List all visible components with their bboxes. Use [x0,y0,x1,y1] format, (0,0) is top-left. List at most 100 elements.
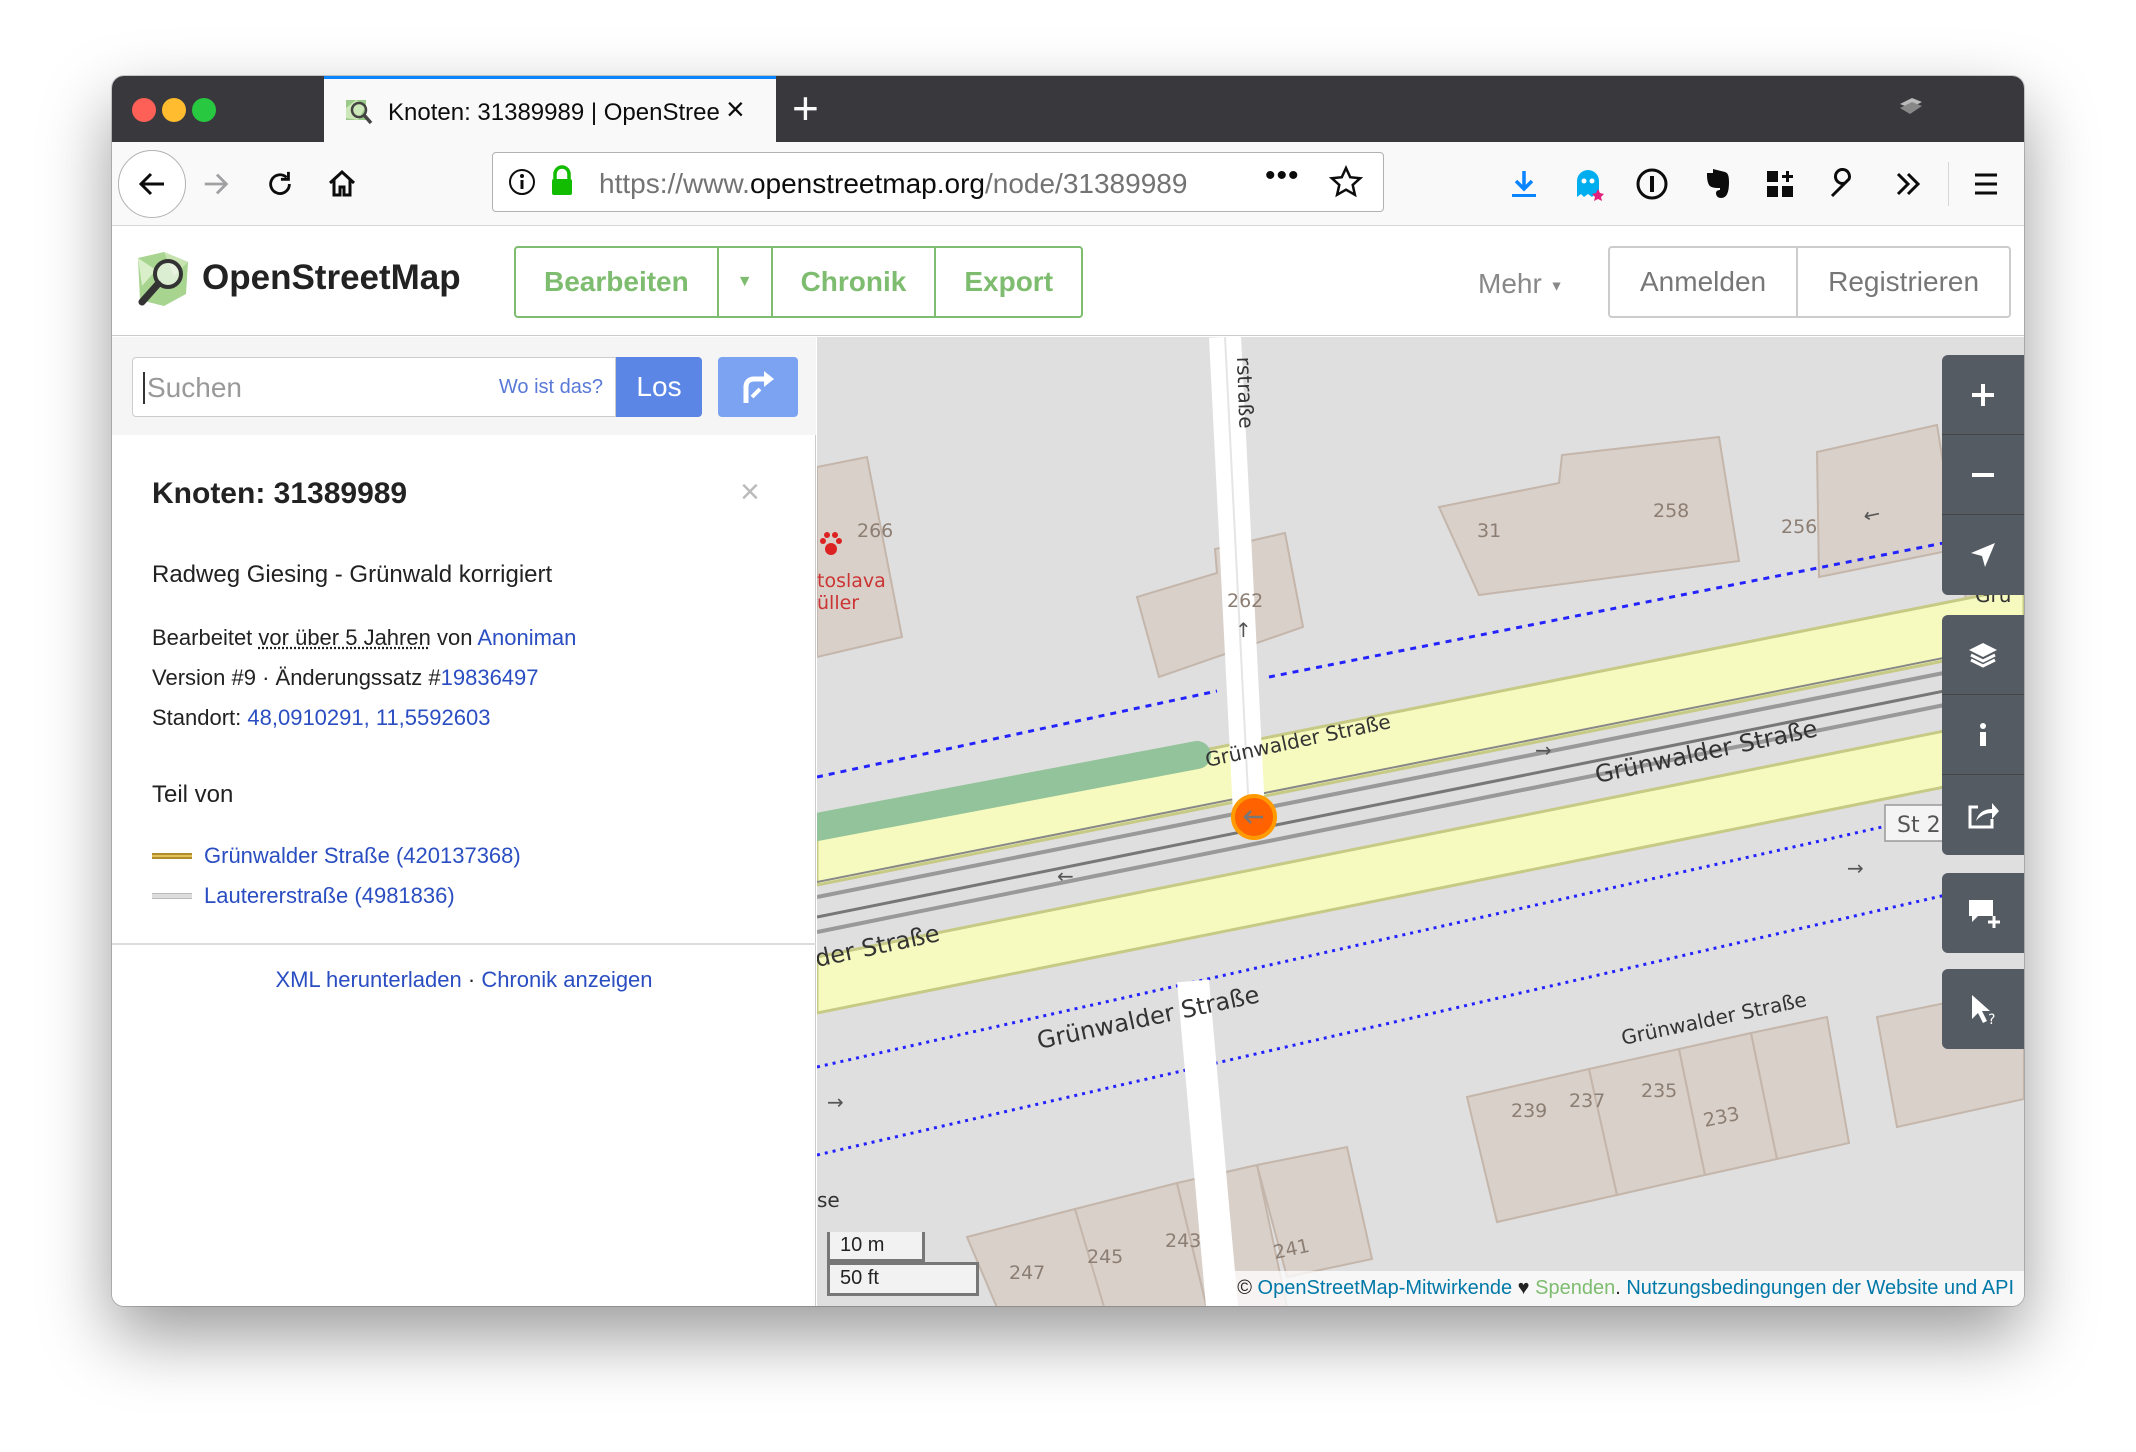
svg-text:→: → [827,1090,844,1114]
layers-button[interactable] [1942,615,2024,695]
info-icon[interactable] [507,167,537,197]
svg-text:262: 262 [1227,590,1263,612]
search-go-button[interactable]: Los [616,357,702,417]
directions-button[interactable] [718,357,798,417]
developer-tools-button[interactable] [1818,158,1870,210]
map-view[interactable]: ↑ ← → → → ← → 266 262 31 258 256 25 239 … [817,337,2024,1306]
search-input[interactable]: Suchen Wo ist das? [132,357,616,417]
overflow-menu-button[interactable] [1882,158,1934,210]
show-history-link[interactable]: Chronik anzeigen [481,967,652,992]
share-button[interactable] [1942,775,2024,855]
close-window-icon[interactable] [132,98,156,122]
svg-text:se: se [817,1188,840,1212]
copyright-symbol: © [1237,1277,1258,1299]
url-bar[interactable]: https://www.openstreetmap.org/node/31389… [492,152,1384,212]
lock-icon [552,165,572,195]
downloads-button[interactable] [1498,158,1550,210]
map-tiles[interactable]: ↑ ← → → → ← → 266 262 31 258 256 25 239 … [817,337,2024,1306]
forward-button[interactable] [190,158,242,210]
primary-nav-group: Bearbeiten ▼ Chronik Export [514,246,1084,318]
location-arrow-icon [1971,543,1995,567]
sync-account-icon[interactable] [1896,92,1926,122]
edit-dropdown-caret-icon[interactable]: ▼ [719,248,773,316]
cursor-question-icon: ? [1972,995,1995,1026]
toolbar-divider [1948,162,1949,206]
add-note-button[interactable] [1942,873,2024,953]
way-link[interactable]: Grünwalder Straße (420137368) [204,843,521,869]
svg-text:→: → [1535,738,1552,762]
version-info: Version #9 · Änderungssatz #19836497 [152,665,539,691]
svg-text:237: 237 [1569,1090,1605,1112]
svg-text:245: 245 [1087,1246,1123,1268]
minimize-window-icon[interactable] [162,98,186,122]
show-location-button[interactable] [1942,515,2024,595]
reload-icon [269,171,291,195]
back-arrow-icon [138,172,164,196]
hamburger-menu-button[interactable] [1960,158,2012,210]
edited-by-prefix: von [430,625,478,650]
svg-text:258: 258 [1653,500,1689,522]
signup-button[interactable]: Registrieren [1798,248,2009,316]
download-xml-link[interactable]: XML herunterladen [275,967,461,992]
scale-bar: 10 m 50 ft [827,1232,979,1296]
close-panel-icon[interactable]: × [740,473,760,512]
close-tab-icon[interactable]: × [726,91,745,127]
osm-logo-icon[interactable] [134,250,192,308]
zoom-location-group [1942,355,2024,595]
share-icon [1968,803,1999,829]
divider [112,943,816,945]
scale-imperial: 50 ft [827,1262,979,1296]
back-button[interactable] [118,150,186,218]
history-button[interactable]: Chronik [773,248,937,316]
browser-tab[interactable]: Knoten: 31389989 | OpenStreetMap × [324,76,776,142]
home-button[interactable] [316,158,368,210]
edited-info: Bearbeitet vor über 5 Jahren von Anonima… [152,625,576,651]
evernote-elephant-icon [1707,169,1729,198]
part-of-heading: Teil von [152,781,234,808]
query-features-button[interactable]: ? [1942,969,2024,1049]
way-link[interactable]: Lautererstraße (4981836) [204,883,455,909]
contributors-link[interactable]: OpenStreetMap-Mitwirkende [1258,1277,1513,1299]
page-actions-icon[interactable]: ••• [1265,159,1300,193]
extension-grid-button[interactable] [1754,158,1806,210]
login-button[interactable]: Anmelden [1610,248,1799,316]
where-is-this-link[interactable]: Wo ist das? [499,376,603,399]
one-password-icon [1636,168,1668,200]
export-button[interactable]: Export [936,248,1081,316]
svg-text:←: ← [1057,864,1074,888]
zoom-in-button[interactable] [1942,355,2024,435]
info-i-icon [1980,722,1986,746]
extension-1password-button[interactable] [1626,158,1678,210]
tab-title: Knoten: 31389989 | OpenStreetMap [388,99,720,126]
more-menu[interactable]: Mehr ▼ [1478,268,1563,300]
extension-ghostery-button[interactable] [1562,158,1614,210]
map-key-button[interactable] [1942,695,2024,775]
way-item[interactable]: Lautererstraße (4981836) [152,883,455,909]
apps-grid-icon [1767,171,1793,197]
svg-text:rstraße: rstraße [1232,356,1258,429]
reload-button[interactable] [254,158,306,210]
extension-evernote-button[interactable] [1690,158,1742,210]
zoom-out-button[interactable] [1942,435,2024,515]
edit-button[interactable]: Bearbeiten [516,248,719,316]
download-icon [1512,171,1536,197]
way-swatch [152,893,192,899]
layers-info-share-group [1942,615,2024,855]
location-link[interactable]: 48,0910291, 11,5592603 [247,705,490,730]
way-item[interactable]: Grünwalder Straße (420137368) [152,843,521,869]
heart-icon: ♥ [1512,1277,1536,1299]
plus-icon [1972,383,1994,406]
changeset-link[interactable]: 19836497 [441,665,539,690]
terms-link[interactable]: Nutzungsbedingungen der Website und API [1626,1277,2014,1299]
new-tab-icon[interactable]: + [792,80,819,136]
tab-strip: Knoten: 31389989 | OpenStreetMap × + [112,76,2024,142]
user-link[interactable]: Anoniman [477,625,576,650]
bookmark-star-icon[interactable] [1329,165,1363,199]
svg-text:243: 243 [1165,1230,1201,1252]
wrench-icon [1830,168,1851,198]
brand-name[interactable]: OpenStreetMap [202,258,461,298]
zoom-window-icon[interactable] [192,98,216,122]
donate-link[interactable]: Spenden [1535,1277,1615,1299]
footer-links: XML herunterladen · Chronik anzeigen [112,967,816,993]
chevron-down-icon: ▼ [1549,277,1564,294]
